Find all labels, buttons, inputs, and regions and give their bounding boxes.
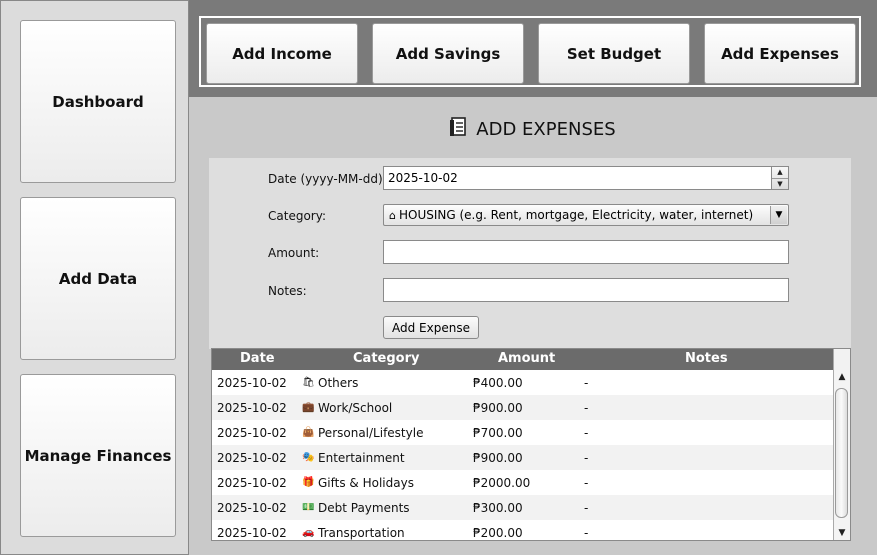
add-expense-button[interactable]: Add Expense <box>383 316 479 339</box>
scroll-down-icon[interactable]: ▼ <box>834 526 850 540</box>
cell-date: 2025-10-02 <box>217 376 287 390</box>
column-header-notes[interactable]: Notes <box>685 351 728 366</box>
handbag-icon: 👜 <box>302 427 315 438</box>
sidebar-item-add-data[interactable]: Add Data <box>20 197 176 360</box>
category-select[interactable]: ⌂ HOUSING (e.g. Rent, mortgage, Electric… <box>383 204 789 226</box>
cell-date: 2025-10-02 <box>217 476 287 490</box>
notes-label: Notes: <box>268 284 307 298</box>
table-row[interactable]: 2025-10-02 🚗 Transportation ₱200.00 - <box>212 520 834 540</box>
date-spinner[interactable]: 2025-10-02 ▲ ▼ <box>383 166 789 190</box>
scroll-up-icon[interactable]: ▲ <box>834 370 850 384</box>
cell-date: 2025-10-02 <box>217 501 287 515</box>
cell-amount: ₱400.00 <box>473 376 523 390</box>
cell-category: Personal/Lifestyle <box>318 426 424 440</box>
cell-amount: ₱900.00 <box>473 401 523 415</box>
cell-notes: - <box>584 426 589 440</box>
sidebar-item-manage-finances[interactable]: Manage Finances <box>20 374 176 537</box>
cell-category: Entertainment <box>318 451 405 465</box>
table-row[interactable]: 2025-10-02 💵 Debt Payments ₱300.00 - <box>212 495 834 520</box>
car-icon: 🚗 <box>302 527 315 538</box>
banknote-icon: 💵 <box>302 502 315 513</box>
amount-label: Amount: <box>268 246 320 260</box>
column-header-amount[interactable]: Amount <box>498 351 555 366</box>
table-row[interactable]: 2025-10-02 🎁 Gifts & Holidays ₱2000.00 - <box>212 470 834 495</box>
scrollbar-thumb[interactable] <box>835 388 848 518</box>
content-area: ADD EXPENSES Date (yyyy-MM-dd): 2025-10-… <box>189 97 877 555</box>
notes-field[interactable] <box>383 278 789 302</box>
cell-notes: - <box>584 451 589 465</box>
cell-notes: - <box>584 376 589 390</box>
cell-category: Debt Payments <box>318 501 410 515</box>
cell-date: 2025-10-02 <box>217 526 287 540</box>
theater-masks-icon: 🎭 <box>302 452 315 463</box>
header-corner <box>833 349 850 370</box>
cell-amount: ₱2000.00 <box>473 476 531 490</box>
page-title-row: ADD EXPENSES <box>189 117 877 142</box>
expenses-table: Date Category Amount Notes 2025-10-02 🛍 … <box>211 348 851 541</box>
set-budget-button[interactable]: Set Budget <box>538 23 690 84</box>
column-header-category[interactable]: Category <box>353 351 419 366</box>
page-title: ADD EXPENSES <box>476 119 616 140</box>
cell-amount: ₱300.00 <box>473 501 523 515</box>
cell-category: Gifts & Holidays <box>318 476 414 490</box>
house-icon: ⌂ <box>389 208 396 222</box>
sidebar: Dashboard Add Data Manage Finances <box>0 0 189 555</box>
date-label: Date (yyyy-MM-dd): <box>268 172 387 186</box>
table-row[interactable]: 2025-10-02 👜 Personal/Lifestyle ₱700.00 … <box>212 420 834 445</box>
gift-icon: 🎁 <box>302 477 315 488</box>
main-panel: Add Income Add Savings Set Budget Add Ex… <box>189 0 877 555</box>
table-row[interactable]: 2025-10-02 🎭 Entertainment ₱900.00 - <box>212 445 834 470</box>
cell-notes: - <box>584 501 589 515</box>
cell-notes: - <box>584 401 589 415</box>
table-header: Date Category Amount Notes <box>212 349 834 370</box>
category-label: Category: <box>268 209 326 223</box>
cell-amount: ₱200.00 <box>473 526 523 540</box>
date-value: 2025-10-02 <box>388 171 458 185</box>
cell-category: Others <box>318 376 359 390</box>
cell-category: Transportation <box>318 526 405 540</box>
table-row[interactable]: 2025-10-02 💼 Work/School ₱900.00 - <box>212 395 834 420</box>
cell-date: 2025-10-02 <box>217 426 287 440</box>
toolbar: Add Income Add Savings Set Budget Add Ex… <box>199 16 861 87</box>
cell-notes: - <box>584 476 589 490</box>
expense-form: Date (yyyy-MM-dd): 2025-10-02 ▲ ▼ Catego… <box>209 158 851 349</box>
table-row[interactable]: 2025-10-02 🛍 Others ₱400.00 - <box>212 370 834 395</box>
spinner-up-icon[interactable]: ▲ <box>772 167 788 179</box>
column-header-date[interactable]: Date <box>240 351 275 366</box>
add-income-button[interactable]: Add Income <box>206 23 358 84</box>
date-spinner-buttons[interactable]: ▲ ▼ <box>771 167 788 189</box>
cell-amount: ₱900.00 <box>473 451 523 465</box>
shopping-bag-icon: 🛍 <box>302 377 315 388</box>
chevron-down-icon[interactable]: ▼ <box>770 206 787 224</box>
cell-date: 2025-10-02 <box>217 401 287 415</box>
receipt-icon <box>450 117 468 142</box>
table-scrollbar[interactable]: ▲ ▼ <box>833 370 850 540</box>
cell-category: Work/School <box>318 401 393 415</box>
amount-field[interactable] <box>383 240 789 264</box>
spinner-down-icon[interactable]: ▼ <box>772 179 788 190</box>
cell-date: 2025-10-02 <box>217 451 287 465</box>
add-savings-button[interactable]: Add Savings <box>372 23 524 84</box>
cell-amount: ₱700.00 <box>473 426 523 440</box>
category-value: HOUSING (e.g. Rent, mortgage, Electricit… <box>398 208 754 222</box>
cell-notes: - <box>584 526 589 540</box>
briefcase-icon: 💼 <box>302 402 315 413</box>
add-expenses-button[interactable]: Add Expenses <box>704 23 856 84</box>
sidebar-item-dashboard[interactable]: Dashboard <box>20 20 176 183</box>
